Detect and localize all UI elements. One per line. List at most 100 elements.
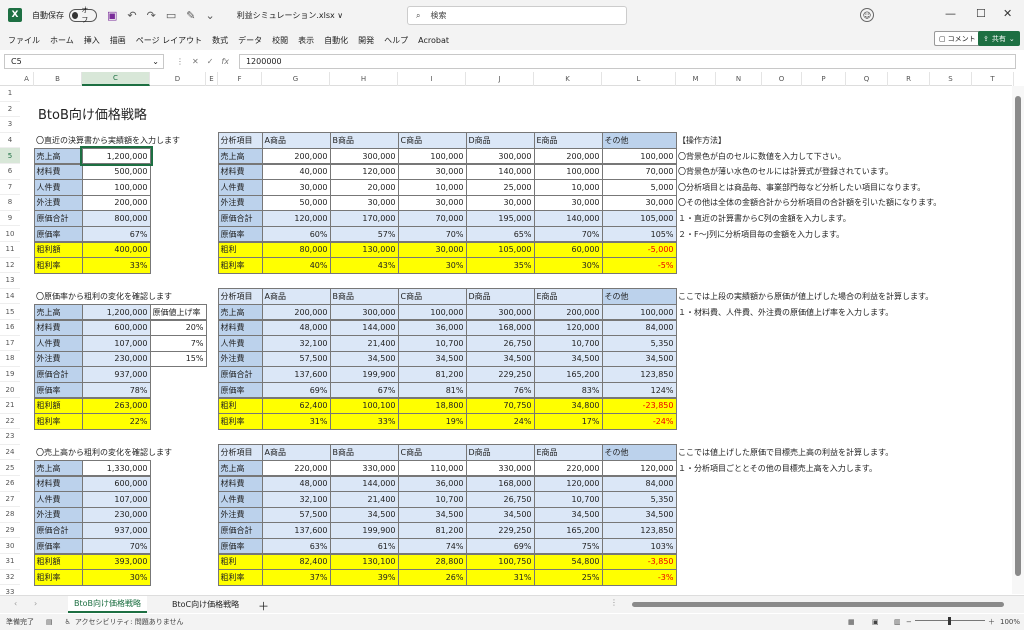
- value-cell[interactable]: 230,000: [81, 506, 151, 524]
- menu-item-0[interactable]: ファイル: [8, 35, 40, 46]
- data-cell[interactable]: 330,000: [465, 459, 535, 477]
- column-header-R[interactable]: R: [888, 72, 930, 86]
- item-label-cell[interactable]: 粗利率: [217, 569, 263, 586]
- row-header-32[interactable]: 32: [0, 569, 20, 586]
- data-cell[interactable]: 83%: [533, 381, 603, 399]
- label-cell[interactable]: 原価率: [33, 537, 83, 555]
- data-cell[interactable]: 105,000: [601, 210, 677, 227]
- header-cell[interactable]: A商品: [261, 288, 331, 305]
- label-cell[interactable]: 人件費: [33, 179, 83, 196]
- more-icon[interactable]: ⋮: [176, 57, 184, 66]
- menu-item-8[interactable]: 表示: [298, 35, 314, 46]
- label-cell[interactable]: 売上高: [33, 147, 83, 165]
- column-header-O[interactable]: O: [762, 72, 802, 86]
- data-cell[interactable]: 30,000: [329, 194, 399, 212]
- data-cell[interactable]: 21,400: [329, 491, 399, 508]
- data-cell[interactable]: 100,000: [601, 303, 677, 321]
- data-cell[interactable]: 82,400: [261, 553, 331, 571]
- item-label-cell[interactable]: 粗利: [217, 553, 263, 571]
- data-cell[interactable]: -5%: [601, 257, 677, 274]
- data-cell[interactable]: 48,000: [261, 475, 331, 493]
- data-cell[interactable]: 100,750: [465, 553, 535, 571]
- data-cell[interactable]: 170,000: [329, 210, 399, 227]
- data-cell[interactable]: 76%: [465, 381, 535, 399]
- data-cell[interactable]: 34,500: [533, 506, 603, 524]
- data-cell[interactable]: 30%: [533, 257, 603, 274]
- data-cell[interactable]: 39%: [329, 569, 399, 586]
- item-label-cell[interactable]: 粗利: [217, 397, 263, 415]
- column-header-L[interactable]: L: [602, 72, 676, 86]
- column-header-Q[interactable]: Q: [846, 72, 888, 86]
- zoom-level[interactable]: 100%: [1000, 618, 1020, 626]
- row-header-23[interactable]: 23: [0, 429, 20, 445]
- row-header-7[interactable]: 7: [0, 179, 20, 196]
- value-cell[interactable]: 200,000: [81, 194, 151, 212]
- menu-item-10[interactable]: 開発: [358, 35, 374, 46]
- data-cell[interactable]: 57,500: [261, 350, 331, 368]
- data-cell[interactable]: 144,000: [329, 319, 399, 337]
- header-cell[interactable]: 分析項目: [217, 444, 263, 461]
- label-cell[interactable]: 人件費: [33, 491, 83, 508]
- header-cell[interactable]: その他: [601, 132, 677, 149]
- value-cell[interactable]: 937,000: [81, 366, 151, 383]
- menu-item-4[interactable]: ページ レイアウト: [136, 35, 202, 46]
- data-cell[interactable]: 28,800: [397, 553, 467, 571]
- value-cell[interactable]: 107,000: [81, 491, 151, 508]
- data-cell[interactable]: 10,000: [533, 179, 603, 196]
- header-cell[interactable]: B商品: [329, 444, 399, 461]
- data-cell[interactable]: 130,100: [329, 553, 399, 571]
- data-cell[interactable]: 123,850: [601, 522, 677, 539]
- horizontal-scroll-thumb[interactable]: [632, 602, 1004, 607]
- data-cell[interactable]: 137,600: [261, 522, 331, 539]
- label-cell[interactable]: 粗利率: [33, 257, 83, 274]
- item-label-cell[interactable]: 原価率: [217, 537, 263, 555]
- data-cell[interactable]: 48,000: [261, 319, 331, 337]
- item-label-cell[interactable]: 材料費: [217, 319, 263, 337]
- header-cell[interactable]: C商品: [397, 288, 467, 305]
- row-header-14[interactable]: 14: [0, 288, 20, 305]
- value-cell[interactable]: 600,000: [81, 319, 151, 337]
- row-header-29[interactable]: 29: [0, 522, 20, 539]
- value-cell[interactable]: 800,000: [81, 210, 151, 227]
- data-cell[interactable]: 195,000: [465, 210, 535, 227]
- data-cell[interactable]: 84,000: [601, 475, 677, 493]
- header-cell[interactable]: C商品: [397, 444, 467, 461]
- value-cell[interactable]: 500,000: [81, 163, 151, 181]
- row-header-1[interactable]: 1: [0, 86, 20, 102]
- data-cell[interactable]: 25,000: [465, 179, 535, 196]
- value-cell[interactable]: 22%: [81, 413, 151, 430]
- header-cell[interactable]: E商品: [533, 444, 603, 461]
- row-header-28[interactable]: 28: [0, 507, 20, 523]
- data-cell[interactable]: 220,000: [261, 459, 331, 477]
- data-cell[interactable]: 300,000: [465, 303, 535, 321]
- label-cell[interactable]: 原価合計: [33, 522, 83, 539]
- data-cell[interactable]: 31%: [465, 569, 535, 586]
- data-cell[interactable]: 30,000: [533, 194, 603, 212]
- page-break-icon[interactable]: ▥: [894, 618, 901, 626]
- new-file-icon[interactable]: ▭: [166, 9, 176, 22]
- data-cell[interactable]: 34,800: [533, 397, 603, 415]
- zoom-out-icon[interactable]: −: [906, 618, 912, 626]
- data-cell[interactable]: 57,500: [261, 506, 331, 524]
- item-label-cell[interactable]: 原価合計: [217, 210, 263, 227]
- data-cell[interactable]: 34,500: [533, 350, 603, 368]
- value-cell[interactable]: 67%: [81, 225, 151, 243]
- undo-icon[interactable]: ↶: [127, 9, 136, 22]
- data-cell[interactable]: 30,000: [601, 194, 677, 212]
- item-label-cell[interactable]: 材料費: [217, 163, 263, 181]
- label-cell[interactable]: 材料費: [33, 163, 83, 181]
- menu-item-12[interactable]: Acrobat: [418, 36, 449, 45]
- row-header-25[interactable]: 25: [0, 460, 20, 476]
- item-label-cell[interactable]: 原価率: [217, 381, 263, 399]
- data-cell[interactable]: 10,700: [533, 335, 603, 352]
- row-header-31[interactable]: 31: [0, 554, 20, 570]
- item-label-cell[interactable]: 粗利率: [217, 257, 263, 274]
- close-icon[interactable]: ✕: [1003, 7, 1012, 20]
- row-header-4[interactable]: 4: [0, 132, 20, 149]
- rate-input-cell[interactable]: 15%: [149, 350, 207, 368]
- data-cell[interactable]: 24%: [465, 413, 535, 430]
- header-cell[interactable]: D商品: [465, 288, 535, 305]
- data-cell[interactable]: 5,350: [601, 491, 677, 508]
- column-header-G[interactable]: G: [262, 72, 330, 86]
- data-cell[interactable]: 37%: [261, 569, 331, 586]
